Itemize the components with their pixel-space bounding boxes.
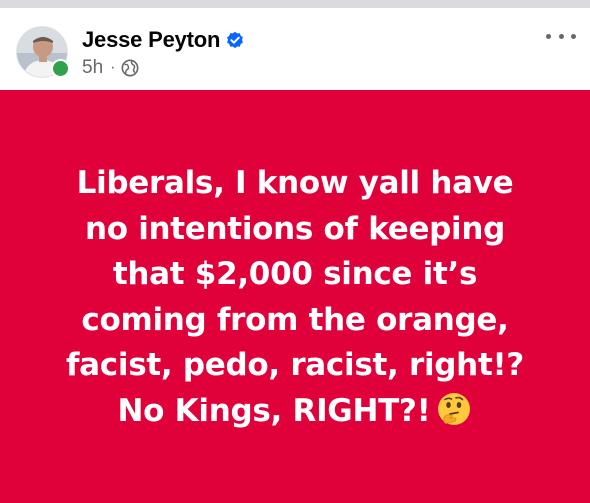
post-timestamp[interactable]: 5h xyxy=(82,57,103,79)
post-background-card: Liberals, I know yall have no intentions… xyxy=(0,90,590,503)
top-divider xyxy=(0,0,590,8)
globe-icon[interactable] xyxy=(121,59,139,77)
thinking-face-icon xyxy=(438,392,471,425)
more-dot xyxy=(571,33,576,39)
more-dot xyxy=(546,33,551,39)
more-options-icon[interactable] xyxy=(546,28,576,44)
post-text: Liberals, I know yall have no intentions… xyxy=(15,161,575,434)
post-screenshot: Jesse Peyton 5h · Liberals, I know yall … xyxy=(0,0,590,503)
author-row: Jesse Peyton xyxy=(82,26,244,54)
post-text-line: facist, pedo, racist, right!? xyxy=(66,347,524,383)
post-meta: 5h · xyxy=(82,56,139,80)
meta-separator: · xyxy=(110,59,116,76)
post-text-line: Liberals, I know yall have xyxy=(76,165,514,201)
post-text-line: no intentions of keeping xyxy=(84,210,506,247)
post-text-line-last: No Kings, RIGHT?! xyxy=(15,389,575,435)
online-status-dot xyxy=(51,59,70,78)
post-header: Jesse Peyton 5h · xyxy=(0,8,590,90)
post-text-line: that $2,000 since it’s xyxy=(112,256,478,292)
post-text-line: coming from the orange, xyxy=(81,301,509,338)
author-avatar[interactable] xyxy=(16,26,70,78)
verified-badge-icon xyxy=(227,31,244,49)
author-name[interactable]: Jesse Peyton xyxy=(82,27,220,53)
more-dot xyxy=(558,33,564,39)
post-text-line: No Kings, RIGHT?! xyxy=(117,392,431,429)
